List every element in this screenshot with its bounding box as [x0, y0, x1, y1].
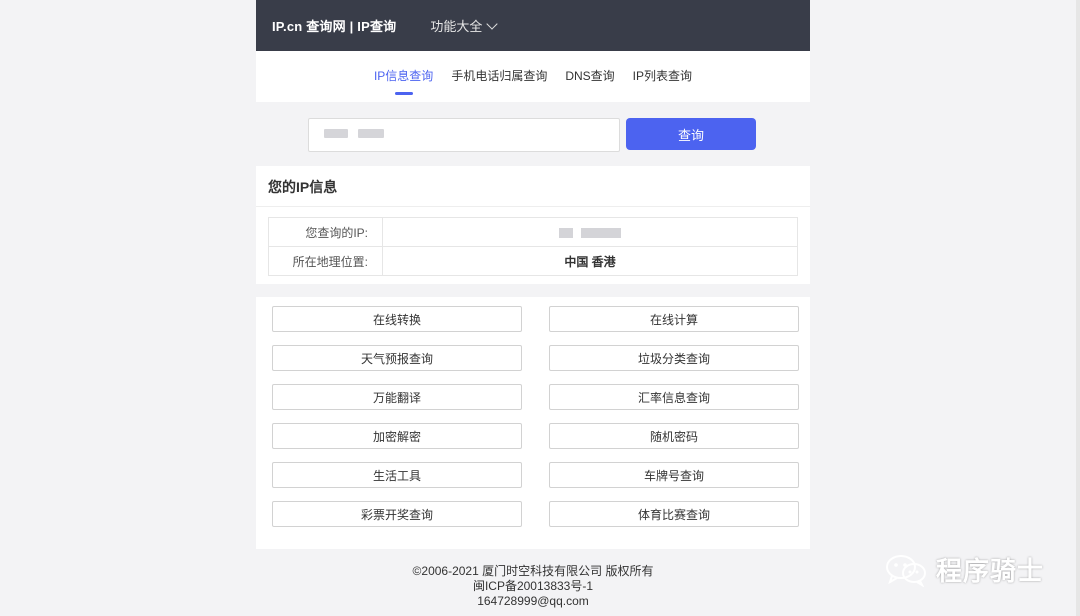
features-menu-label: 功能大全: [430, 19, 483, 34]
tool-button-sports[interactable]: 体育比赛查询: [549, 501, 799, 527]
page-container: IP.cn 查询网 | IP查询 功能大全 IP信息查询 手机电话归属查询 DN…: [256, 0, 810, 102]
tab-ip-info[interactable]: IP信息查询: [374, 67, 433, 86]
tool-button-encrypt[interactable]: 加密解密: [272, 423, 522, 449]
tool-button-garbage-sort[interactable]: 垃圾分类查询: [549, 345, 799, 371]
redacted-input-value: [324, 129, 390, 139]
tab-dns[interactable]: DNS查询: [565, 67, 614, 86]
wechat-icon: [885, 554, 926, 587]
redacted-ip: [559, 227, 621, 238]
tool-button-online-convert[interactable]: 在线转换: [272, 306, 522, 332]
tab-ip-list[interactable]: IP列表查询: [633, 67, 692, 86]
ip-info-card: 您的IP信息 您查询的IP: 所在地理位置: 中国 香港: [256, 166, 810, 284]
search-button[interactable]: 查询: [626, 118, 756, 150]
chevron-down-icon: [486, 17, 499, 30]
tool-button-online-calc[interactable]: 在线计算: [549, 306, 799, 332]
features-menu[interactable]: 功能大全: [430, 16, 499, 35]
tool-button-random-password[interactable]: 随机密码: [549, 423, 799, 449]
tab-phone-location[interactable]: 手机电话归属查询: [451, 67, 547, 86]
queried-ip-label: 您查询的IP:: [268, 217, 383, 247]
tool-button-lottery[interactable]: 彩票开奖查询: [272, 501, 522, 527]
location-value: 中国 香港: [382, 246, 798, 276]
tool-button-life-tools[interactable]: 生活工具: [272, 462, 522, 488]
tool-button-license-plate[interactable]: 车牌号查询: [549, 462, 799, 488]
site-brand[interactable]: IP.cn 查询网 | IP查询: [272, 16, 396, 35]
tool-button-translate[interactable]: 万能翻译: [272, 384, 522, 410]
page-footer: ©2006-2021 厦门时空科技有限公司 版权所有 闽ICP备20013833…: [256, 564, 810, 609]
queried-ip-value: [382, 217, 798, 247]
icp-link[interactable]: 闽ICP备20013833号-1: [256, 579, 810, 594]
table-row: 您查询的IP:: [268, 217, 798, 247]
ip-info-title: 您的IP信息: [256, 166, 810, 207]
tools-panel: 在线转换 在线计算 天气预报查询 垃圾分类查询 万能翻译 汇率信息查询 加密解密…: [256, 297, 810, 549]
location-label: 所在地理位置:: [268, 246, 383, 276]
tool-button-exchange-rate[interactable]: 汇率信息查询: [549, 384, 799, 410]
copyright-text: ©2006-2021 厦门时空科技有限公司 版权所有: [412, 564, 654, 578]
tool-button-weather[interactable]: 天气预报查询: [272, 345, 522, 371]
watermark-text: 程序骑士: [935, 556, 1044, 586]
watermark: 程序骑士: [884, 551, 1044, 588]
ip-info-table: 您查询的IP: 所在地理位置: 中国 香港: [268, 217, 798, 276]
query-tabs: IP信息查询 手机电话归属查询 DNS查询 IP列表查询: [256, 51, 810, 102]
table-row: 所在地理位置: 中国 香港: [268, 246, 798, 276]
top-navbar: IP.cn 查询网 | IP查询 功能大全: [256, 0, 810, 51]
scrollbar[interactable]: [1076, 0, 1080, 616]
contact-email[interactable]: 164728999@qq.com: [256, 594, 810, 609]
